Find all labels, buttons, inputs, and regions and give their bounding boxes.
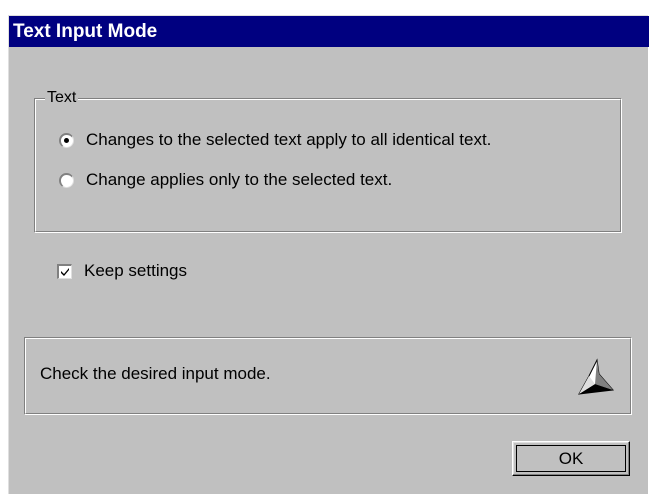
- radio-option-all-identical[interactable]: Changes to the selected text apply to al…: [59, 129, 491, 151]
- info-panel: Check the desired input mode.: [24, 337, 632, 415]
- radio-button-checked-icon[interactable]: [59, 132, 74, 148]
- info-message: Check the desired input mode.: [40, 364, 271, 383]
- wizard-hat-icon: [578, 358, 615, 395]
- radio-option-label: Change applies only to the selected text…: [86, 170, 393, 189]
- keep-settings-label: Keep settings: [84, 261, 188, 280]
- dialog-window: Text Input Mode Text Changes to the sele…: [8, 15, 649, 494]
- window-title: Text Input Mode: [9, 16, 649, 47]
- radio-option-selected-only[interactable]: Change applies only to the selected text…: [59, 169, 392, 191]
- text-group-legend: Text: [45, 89, 79, 107]
- radio-button-unchecked-icon[interactable]: [59, 172, 74, 188]
- ok-button-label: OK: [516, 445, 626, 472]
- text-groupbox: Text Changes to the selected text apply …: [34, 89, 622, 233]
- ok-button[interactable]: OK: [512, 441, 630, 476]
- keep-settings-checkbox-row[interactable]: Keep settings: [57, 260, 187, 282]
- checkbox-checked-icon[interactable]: [57, 263, 72, 279]
- radio-option-label: Changes to the selected text apply to al…: [86, 130, 492, 149]
